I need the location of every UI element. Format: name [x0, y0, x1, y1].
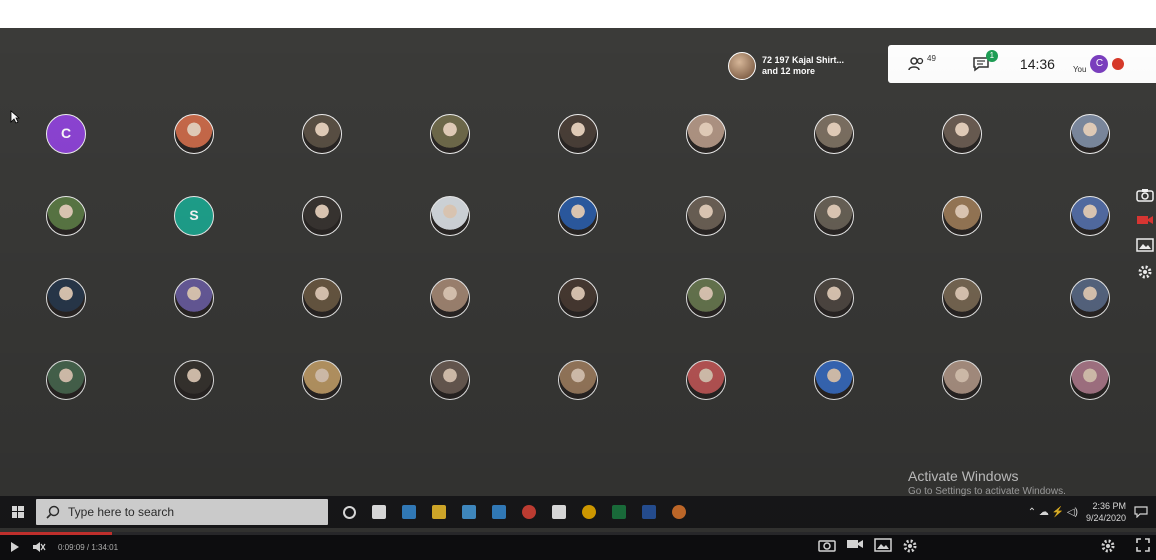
tray-time: 2:36 PM [1092, 501, 1126, 511]
video-record-icon[interactable] [846, 538, 864, 550]
cortana-icon[interactable] [334, 496, 364, 528]
participant-avatar[interactable] [558, 196, 598, 236]
word-icon[interactable] [634, 496, 664, 528]
task-view-icon[interactable] [364, 496, 394, 528]
participant-avatar[interactable]: S [174, 196, 214, 236]
participant-avatar[interactable] [942, 114, 982, 154]
meeting-top-bar: 49 1 14:36 You C [888, 45, 1156, 83]
screenshot-icon[interactable] [818, 538, 836, 552]
video-progress-bar[interactable] [0, 532, 1156, 535]
watermark-title: Activate Windows [908, 468, 1019, 484]
taskbar-search[interactable]: Type here to search [36, 499, 328, 525]
participant-avatar[interactable] [686, 278, 726, 318]
participant-avatar[interactable] [302, 114, 342, 154]
windows-taskbar: Type here to search ⌃ ☁ ⚡ ◁) 2:36 PM 9/2… [0, 496, 1156, 528]
mouse-cursor-icon [10, 110, 20, 124]
tray-datetime[interactable]: 2:36 PM 9/24/2020 [1086, 500, 1126, 524]
start-button[interactable] [0, 496, 36, 528]
meeting-clock: 14:36 [1019, 56, 1055, 72]
volume-muted-icon[interactable] [32, 542, 46, 552]
participant-avatar[interactable] [942, 360, 982, 400]
search-icon [46, 505, 60, 519]
chat-badge: 1 [985, 50, 998, 62]
participant-avatar[interactable] [558, 360, 598, 400]
store-icon[interactable] [454, 496, 484, 528]
participant-avatar[interactable] [430, 278, 470, 318]
camera-icon[interactable] [1136, 188, 1154, 202]
fullscreen-icon[interactable] [1136, 538, 1150, 552]
edge-icon[interactable] [394, 496, 424, 528]
settings-icon[interactable] [1137, 264, 1153, 280]
participant-avatar[interactable] [1070, 196, 1110, 236]
participant-avatar[interactable] [1070, 114, 1110, 154]
participant-avatar[interactable] [174, 278, 214, 318]
participant-avatar[interactable] [942, 278, 982, 318]
tray-icons[interactable]: ⌃ ☁ ⚡ ◁) [1028, 507, 1078, 518]
participant-avatar[interactable] [686, 360, 726, 400]
taskbar-apps [334, 496, 694, 528]
participant-avatar[interactable] [686, 114, 726, 154]
search-placeholder: Type here to search [68, 505, 175, 519]
notepad-icon[interactable] [544, 496, 574, 528]
gallery-icon[interactable] [1136, 238, 1154, 252]
participant-avatar[interactable] [302, 196, 342, 236]
mail-icon[interactable] [484, 496, 514, 528]
paint-icon[interactable] [664, 496, 694, 528]
raised-hand-avatar [728, 52, 756, 80]
participant-avatar[interactable] [46, 196, 86, 236]
self-avatar[interactable]: C [1090, 55, 1109, 73]
opera-icon[interactable] [514, 496, 544, 528]
file-explorer-icon[interactable] [424, 496, 454, 528]
participant-avatar[interactable] [1070, 360, 1110, 400]
side-toolbar [1134, 188, 1156, 280]
play-icon[interactable] [10, 542, 20, 552]
tray-date: 9/24/2020 [1085, 513, 1126, 523]
participant-avatar[interactable] [942, 196, 982, 236]
participants-button[interactable]: 49 [908, 53, 936, 71]
video-player-bar: 0:09:09 / 1:34:01 [0, 532, 1156, 560]
video-progress-fill [0, 532, 113, 535]
image-icon[interactable] [874, 538, 892, 552]
raised-hands-line2: and 12 more [762, 66, 816, 76]
you-label: You [1072, 64, 1087, 74]
participant-avatar[interactable] [430, 196, 470, 236]
raised-hands-line1: 72 197 Kajal Shirt... [762, 55, 845, 65]
participant-avatar[interactable] [302, 360, 342, 400]
participant-avatar[interactable] [814, 360, 854, 400]
participant-avatar[interactable] [174, 360, 214, 400]
participant-avatar[interactable] [174, 114, 214, 154]
participant-avatar[interactable] [46, 278, 86, 318]
participant-avatar[interactable] [430, 360, 470, 400]
record-icon[interactable] [1136, 214, 1154, 226]
mic-off-icon [1112, 58, 1125, 70]
participant-avatar[interactable] [1070, 278, 1110, 318]
excel-icon[interactable] [604, 496, 634, 528]
chrome-icon[interactable] [574, 496, 604, 528]
participant-avatar[interactable] [558, 278, 598, 318]
settings-gear-icon[interactable] [1100, 538, 1116, 554]
participant-avatar[interactable] [558, 114, 598, 154]
participant-avatar[interactable] [302, 278, 342, 318]
video-time: 0:09:09 / 1:34:01 [58, 542, 119, 552]
participant-avatar[interactable] [430, 114, 470, 154]
activate-windows-watermark: Activate Windows Go to Settings to activ… [908, 468, 1066, 497]
windows-logo-icon [12, 506, 24, 518]
meeting-screen: 72 197 Kajal Shirt... and 12 more 49 1 1… [0, 28, 1156, 560]
participant-avatar[interactable] [814, 114, 854, 154]
system-tray: ⌃ ☁ ⚡ ◁) 2:36 PM 9/24/2020 [1028, 496, 1148, 528]
participant-avatar[interactable]: C [46, 114, 86, 154]
raised-hands-notice[interactable]: 72 197 Kajal Shirt... and 12 more [728, 50, 844, 82]
notification-icon[interactable] [1134, 506, 1148, 518]
participant-avatar[interactable] [46, 360, 86, 400]
people-icon [908, 57, 924, 71]
chat-button[interactable]: 1 [972, 50, 998, 72]
player-settings-icon[interactable] [902, 538, 918, 554]
participant-avatar[interactable] [814, 278, 854, 318]
participant-avatar[interactable] [686, 196, 726, 236]
participants-count: 49 [927, 53, 936, 63]
participant-avatar[interactable] [814, 196, 854, 236]
